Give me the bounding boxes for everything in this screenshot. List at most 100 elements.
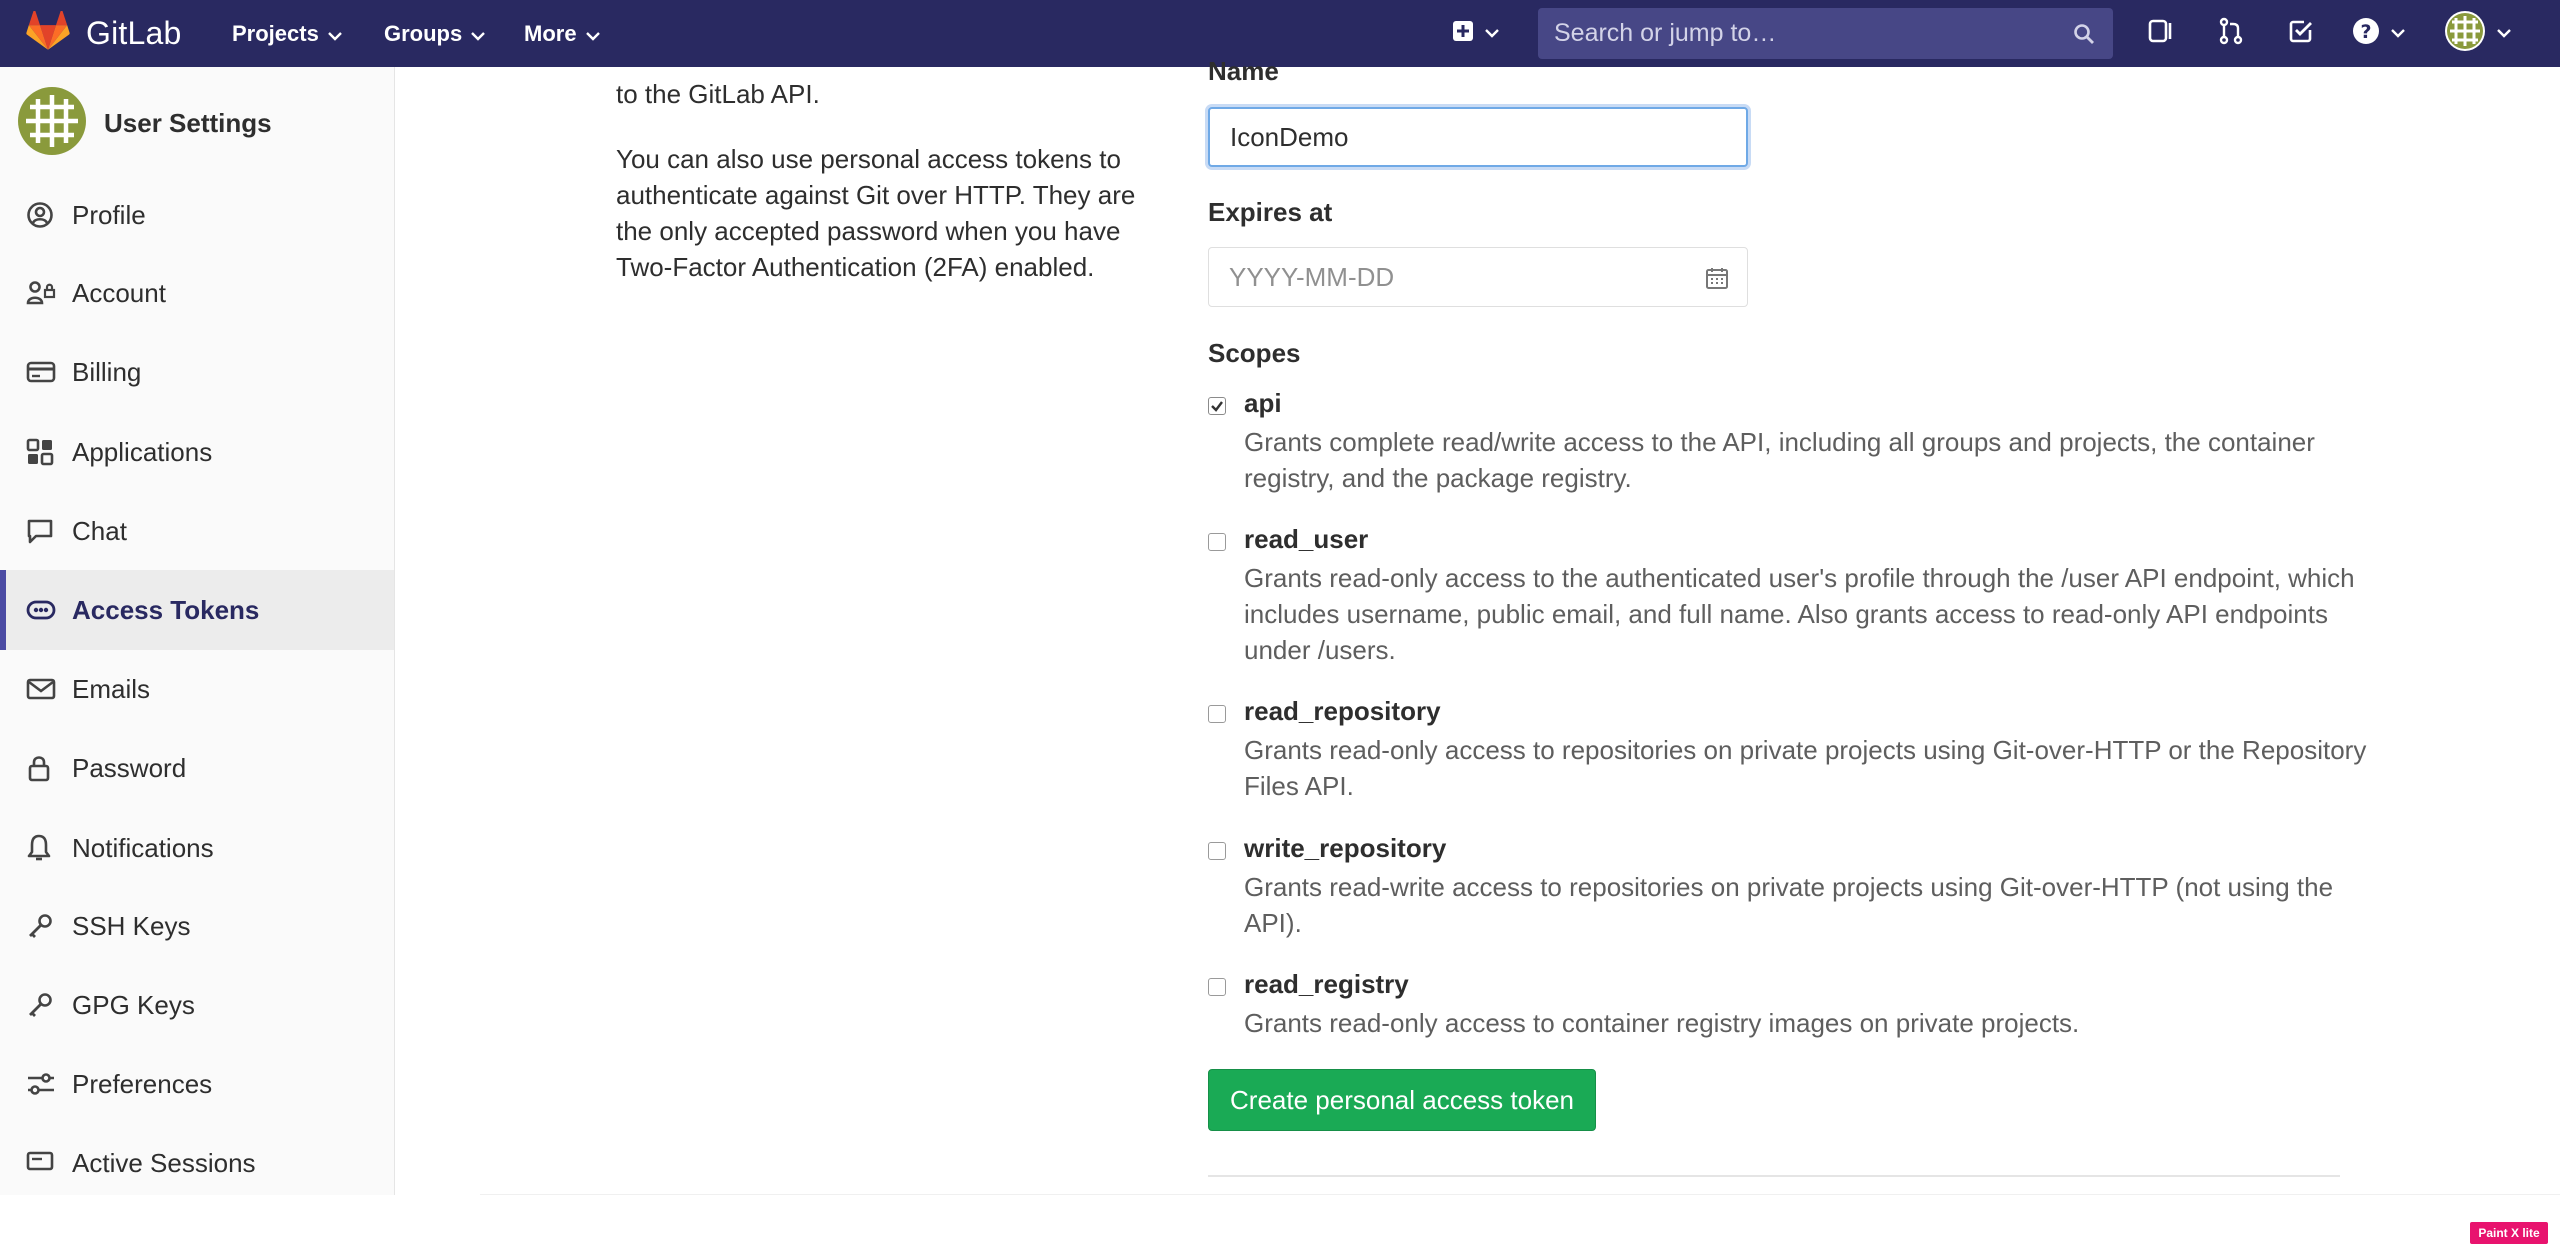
key-icon bbox=[26, 912, 58, 940]
scopes-label: Scopes bbox=[1208, 338, 1301, 368]
scope-name: read_repository bbox=[1244, 696, 1441, 726]
more-label: More bbox=[524, 20, 577, 46]
sidebar-item-profile[interactable]: Profile bbox=[0, 175, 394, 255]
sidebar-item-label: GPG Keys bbox=[72, 989, 195, 1020]
intro-paragraph: You can also use personal access tokens … bbox=[616, 144, 1136, 282]
create-token-button[interactable]: Create personal access token bbox=[1208, 1069, 1596, 1131]
chevron-down-icon bbox=[2496, 25, 2512, 43]
plus-square-icon bbox=[1452, 20, 1474, 47]
chevron-down-icon bbox=[2390, 25, 2406, 43]
credit-card-icon bbox=[26, 360, 58, 384]
groups-dropdown[interactable]: Groups bbox=[384, 0, 486, 67]
scope-description: Grants read-write access to repositories… bbox=[1244, 872, 2334, 938]
lock-icon bbox=[26, 753, 58, 783]
merge-request-icon bbox=[2218, 17, 2244, 50]
active-indicator bbox=[0, 570, 6, 650]
settings-sidebar: User Settings Profile Account Billing Ap… bbox=[0, 67, 395, 1195]
gitlab-logo-icon bbox=[26, 9, 70, 56]
todos-button[interactable] bbox=[2288, 0, 2314, 67]
scope-read-registry-checkbox[interactable] bbox=[1208, 978, 1226, 996]
scope-name: write_repository bbox=[1244, 833, 1447, 863]
scope-description: Grants read-only access to repositories … bbox=[1244, 735, 2367, 801]
help-dropdown[interactable]: ? bbox=[2352, 0, 2406, 67]
scope-read-repository-checkbox[interactable] bbox=[1208, 705, 1226, 723]
scope-description: Grants read-only access to container reg… bbox=[1244, 1008, 2080, 1038]
sidebar-item-billing[interactable]: Billing bbox=[0, 332, 394, 412]
sidebar-toggle-icon bbox=[2148, 18, 2174, 49]
scope-name: read_user bbox=[1244, 524, 1369, 554]
gitlab-logo-text: GitLab bbox=[86, 15, 182, 51]
account-icon bbox=[26, 279, 58, 307]
sidebar-item-gpg-keys[interactable]: GPG Keys bbox=[0, 965, 394, 1045]
sidebar-item-password[interactable]: Password bbox=[0, 728, 394, 808]
sidebar-item-label: SSH Keys bbox=[72, 910, 191, 941]
sidebar-item-label: Active Sessions bbox=[72, 1147, 256, 1178]
sidebar-item-label: Notifications bbox=[72, 832, 214, 863]
sidebar-item-label: Access Tokens bbox=[72, 594, 260, 625]
applications-icon bbox=[26, 438, 58, 466]
sidebar-item-label: Billing bbox=[72, 356, 142, 387]
bell-icon bbox=[26, 833, 58, 863]
user-menu-dropdown[interactable] bbox=[2444, 0, 2512, 67]
name-input[interactable] bbox=[1210, 109, 1746, 165]
sidebar-item-emails[interactable]: Emails bbox=[0, 649, 394, 729]
sidebar-item-label: Preferences bbox=[72, 1068, 213, 1099]
scope-description: Grants complete read/write access to the… bbox=[1244, 427, 2315, 493]
calendar-icon[interactable] bbox=[1705, 266, 1729, 295]
intro-text-top: to the GitLab API. bbox=[616, 79, 820, 109]
monitor-icon bbox=[26, 1150, 58, 1176]
expires-label: Expires at bbox=[1208, 197, 1333, 227]
chevron-down-icon bbox=[585, 21, 601, 47]
scope-name: api bbox=[1244, 388, 1282, 418]
search-icon bbox=[2073, 23, 2095, 50]
sidebar-item-label: Profile bbox=[72, 199, 146, 230]
sidebar-item-applications[interactable]: Applications bbox=[0, 412, 394, 492]
user-avatar bbox=[18, 87, 86, 160]
projects-label: Projects bbox=[232, 20, 319, 46]
sidebar-item-label: Chat bbox=[72, 515, 127, 546]
key-icon bbox=[26, 991, 58, 1019]
name-label: Name bbox=[1208, 56, 1279, 86]
scope-read-user-checkbox[interactable] bbox=[1208, 533, 1226, 551]
watermark-badge: Paint X lite bbox=[2470, 1222, 2548, 1244]
section-divider bbox=[1208, 1175, 2340, 1177]
sidebar-header[interactable]: User Settings bbox=[18, 87, 272, 160]
new-item-dropdown[interactable] bbox=[1452, 0, 1500, 67]
sidebar-item-account[interactable]: Account bbox=[0, 253, 394, 333]
sidebar-item-preferences[interactable]: Preferences bbox=[0, 1044, 394, 1124]
svg-text:?: ? bbox=[2360, 21, 2371, 43]
scope-description: Grants read-only access to the authentic… bbox=[1244, 563, 2355, 665]
token-icon bbox=[26, 600, 58, 620]
sidebar-item-access-tokens[interactable]: Access Tokens bbox=[0, 570, 394, 650]
sidebar-toggle-button[interactable] bbox=[2148, 0, 2174, 67]
sidebar-item-ssh-keys[interactable]: SSH Keys bbox=[0, 886, 394, 966]
envelope-icon bbox=[26, 677, 58, 701]
expires-input[interactable] bbox=[1209, 248, 1747, 306]
question-icon: ? bbox=[2352, 17, 2380, 50]
scope-api-checkbox[interactable] bbox=[1208, 397, 1226, 415]
user-avatar bbox=[2444, 10, 2486, 57]
sidebar-item-label: Applications bbox=[72, 436, 213, 467]
sidebar-item-label: Account bbox=[72, 277, 166, 308]
merge-requests-button[interactable] bbox=[2218, 0, 2244, 67]
search-box[interactable] bbox=[1538, 8, 2113, 59]
chevron-down-icon bbox=[327, 21, 343, 47]
todo-check-icon bbox=[2288, 18, 2314, 49]
gitlab-home-link[interactable]: GitLab bbox=[26, 0, 181, 67]
sidebar-item-chat[interactable]: Chat bbox=[0, 491, 394, 571]
chevron-down-icon bbox=[1484, 25, 1500, 43]
name-field[interactable] bbox=[1208, 107, 1748, 167]
preferences-icon bbox=[26, 1071, 58, 1097]
top-navbar: GitLab Projects Groups More ? bbox=[0, 0, 2560, 67]
viewport-bottom-line bbox=[480, 1194, 2560, 1195]
sidebar-item-label: Password bbox=[72, 752, 187, 783]
scope-write-repository-checkbox[interactable] bbox=[1208, 842, 1226, 860]
sidebar-item-active-sessions[interactable]: Active Sessions bbox=[0, 1123, 394, 1195]
sidebar-item-notifications[interactable]: Notifications bbox=[0, 808, 394, 888]
more-dropdown[interactable]: More bbox=[524, 0, 601, 67]
search-input[interactable] bbox=[1538, 8, 2074, 59]
sidebar-item-label: Emails bbox=[72, 673, 151, 704]
expires-field[interactable] bbox=[1208, 247, 1748, 307]
comment-icon bbox=[26, 517, 58, 545]
projects-dropdown[interactable]: Projects bbox=[232, 0, 343, 67]
